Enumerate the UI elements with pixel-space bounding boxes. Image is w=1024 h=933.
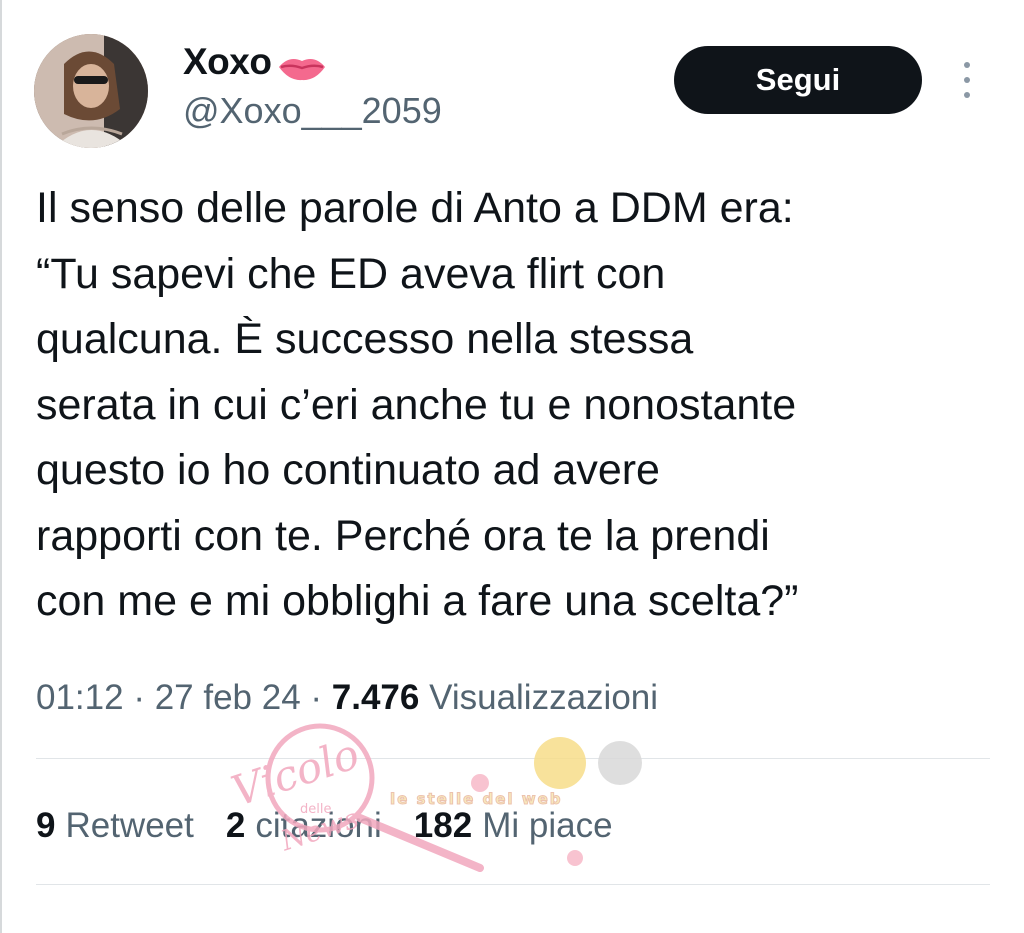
likes-stat[interactable]: 182 Mi piace (414, 802, 613, 850)
likes-count: 182 (413, 806, 473, 845)
retweets-stat[interactable]: 9 Retweet (36, 802, 194, 850)
views-label: Visualizzazioni (429, 678, 659, 717)
meta-separator: · (300, 678, 332, 717)
tweet-meta: 01:12 · 27 feb 24 · 7.476 Visualizzazion… (36, 674, 658, 722)
watermark-magnifier (265, 723, 642, 872)
quotes-count: 2 (225, 806, 246, 845)
engagement-stats: 9 Retweet 2 citazioni 182 Mi piace (36, 802, 645, 850)
tweet-time[interactable]: 01:12 (36, 678, 124, 717)
quotes-label: citazioni (255, 806, 382, 845)
lips-icon (277, 48, 327, 81)
quotes-stat[interactable]: 2 citazioni (226, 802, 382, 850)
retweets-count: 9 (36, 806, 56, 845)
watermark: Vicolo delle News le stelle del web (210, 718, 660, 878)
more-vertical-icon[interactable] (958, 62, 976, 98)
likes-label: Mi piace (482, 806, 613, 845)
follow-button[interactable]: Segui (674, 46, 922, 114)
tweet-text: Il senso delle parole di Anto a DDM era:… (36, 184, 799, 625)
avatar[interactable] (34, 34, 148, 148)
display-name[interactable]: Xoxo (183, 40, 272, 84)
divider (36, 758, 990, 759)
display-name-row[interactable]: Xoxo (183, 40, 327, 84)
user-handle[interactable]: @Xoxo___2059 (183, 89, 442, 133)
meta-separator: · (123, 678, 155, 717)
views-count: 7.476 (331, 678, 420, 717)
tweet-date[interactable]: 27 feb 24 (155, 678, 301, 717)
profile-photo (34, 34, 148, 148)
divider (36, 884, 990, 885)
retweets-label: Retweet (65, 806, 194, 845)
left-frame-border (0, 0, 2, 933)
